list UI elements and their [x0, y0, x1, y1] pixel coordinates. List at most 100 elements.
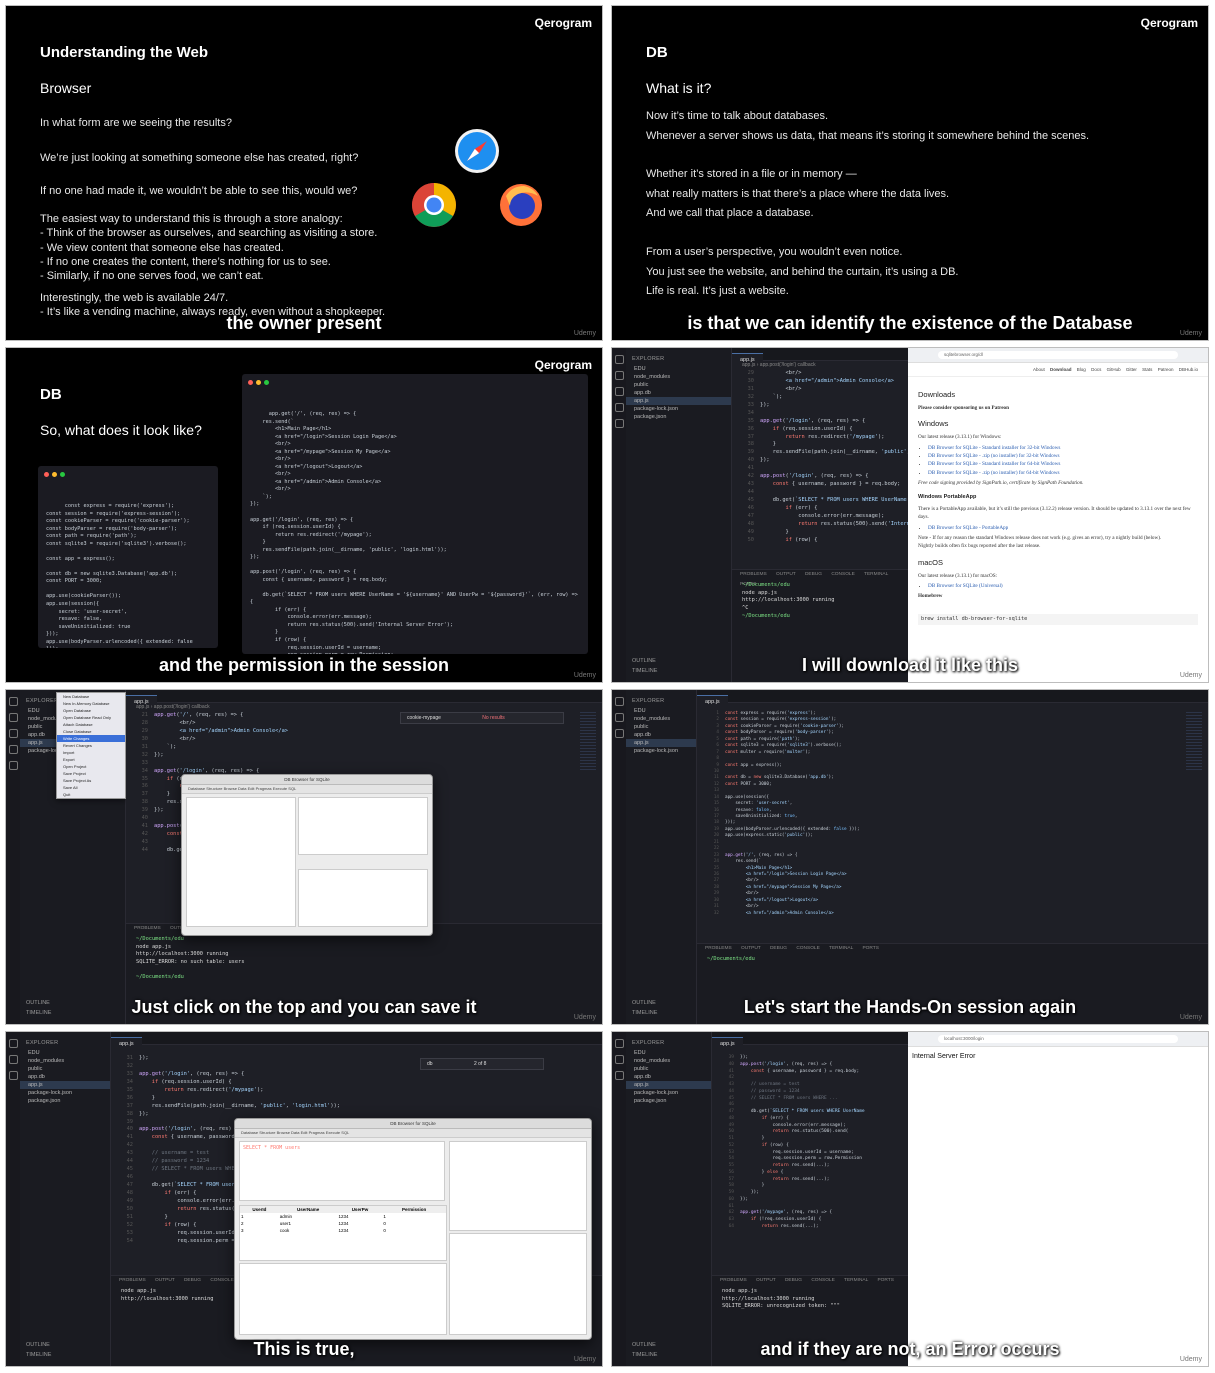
menu-item[interactable]: Open Database Read Only [57, 714, 125, 721]
file-app-db[interactable]: app.db [20, 1073, 110, 1081]
menu-item[interactable]: Save Project [57, 770, 125, 777]
menu-item[interactable]: New In-Memory Database [57, 700, 125, 707]
portable-link[interactable]: DB Browser for SQLite - PortableApp [928, 525, 1008, 531]
url-field[interactable]: sqlitebrowser.org/dl [938, 351, 1178, 359]
file-package-json[interactable]: package.json [626, 1097, 711, 1105]
source-control-icon[interactable] [614, 1071, 624, 1080]
minimap[interactable] [1186, 712, 1202, 772]
nav-item[interactable]: GitHub [1107, 367, 1121, 372]
file-node-modules[interactable]: node_modules [626, 373, 731, 381]
nav-item[interactable]: Patreon [1158, 367, 1174, 372]
panel-tabs[interactable]: PROBLEMS OUTPUT DEBUG CONSOLE TERMINAL P… [697, 944, 1208, 954]
frame-db-code-slide[interactable]: Qerogram DB So, what does it look like? … [5, 347, 603, 683]
extensions-icon[interactable] [614, 419, 624, 428]
frame-browser-slide[interactable]: Qerogram Understanding the Web Browser I… [5, 5, 603, 341]
file-app-js[interactable]: app.js [626, 397, 731, 405]
url-field[interactable]: localhost:3000/login [938, 1035, 1178, 1043]
frame-ide-save-db[interactable]: EXPLORER EDU node_modules public app.db … [5, 689, 603, 1025]
frame-ide-query[interactable]: EXPLORER EDU node_modules public app.db … [5, 1031, 603, 1367]
edit-cell-pane[interactable] [449, 1141, 587, 1231]
folder-edu[interactable]: EDU [626, 365, 731, 373]
search-icon[interactable] [614, 713, 624, 722]
download-link[interactable]: DB Browser for SQLite - .zip (no install… [928, 470, 1060, 476]
search-icon[interactable] [614, 1055, 624, 1064]
file-package-lock[interactable]: package-lock.json [626, 405, 731, 413]
menu-item[interactable]: Open Database [57, 707, 125, 714]
table-row[interactable]: 1 admin 1234 1 [240, 1213, 446, 1220]
extensions-icon[interactable] [8, 761, 18, 770]
cell[interactable]: 0 [382, 1227, 446, 1234]
file-app-db[interactable]: app.db [626, 389, 731, 397]
mac-download-link[interactable]: DB Browser for SQLite (Universal) [928, 583, 1003, 589]
schema-pane[interactable] [186, 797, 296, 927]
files-icon[interactable] [8, 697, 18, 706]
file-node-modules[interactable]: node_modules [626, 715, 696, 723]
code-editor[interactable]: 29 <br/> 30 <a href="/admin">Admin Conso… [732, 370, 910, 545]
menu-item[interactable]: Open Project [57, 763, 125, 770]
terminal-output[interactable]: ~/Documents/edu [697, 954, 1208, 966]
menu-item[interactable]: Save Project As [57, 777, 125, 784]
file-app-db[interactable]: app.db [626, 731, 696, 739]
menu-item[interactable]: Quit [57, 791, 125, 798]
debug-icon[interactable] [614, 403, 624, 412]
search-input[interactable]: cookie-mypage [407, 715, 441, 721]
file-public[interactable]: public [626, 723, 696, 731]
cell[interactable]: admin [279, 1213, 338, 1220]
cell[interactable]: 1234 [338, 1213, 383, 1220]
source-control-icon[interactable] [8, 1071, 18, 1080]
search-icon[interactable] [8, 1055, 18, 1064]
menu-item[interactable]: New Database [57, 693, 125, 700]
source-control-icon[interactable] [614, 387, 624, 396]
cell[interactable]: 0 [382, 1220, 446, 1227]
code-editor[interactable]: 39}); 40 app.post('/login', (req, res) =>… [712, 1045, 910, 1231]
col-header[interactable]: UserPw [338, 1206, 383, 1213]
file-public[interactable]: public [626, 1065, 711, 1073]
file-package-lock[interactable]: package-lock.json [626, 1089, 711, 1097]
results-grid[interactable]: UserId UserName UserPw Permission 1 admi… [239, 1205, 447, 1261]
terminal-output[interactable]: ~/Documents/edu node app.js http://local… [126, 934, 602, 984]
debug-icon[interactable] [8, 745, 18, 754]
cell[interactable]: 1234 [338, 1227, 383, 1234]
file-app-js[interactable]: app.js [626, 1081, 711, 1089]
sql-editor[interactable]: SELECT * FROM users [239, 1141, 445, 1201]
file-app-js[interactable]: app.js [20, 1081, 110, 1089]
nav-item[interactable]: DBHub.io [1179, 367, 1198, 372]
files-icon[interactable] [614, 355, 624, 364]
folder-edu[interactable]: EDU [20, 1049, 110, 1057]
menu-item[interactable]: Export [57, 756, 125, 763]
files-icon[interactable] [614, 1039, 624, 1048]
tab-app-js[interactable]: app.js [712, 1037, 743, 1050]
folder-edu[interactable]: EDU [626, 707, 696, 715]
nav-item[interactable]: Download [1050, 367, 1072, 372]
table-row[interactable]: 2 user1 1234 0 [240, 1220, 446, 1227]
nav-item[interactable]: Docs [1091, 367, 1101, 372]
search-input[interactable]: db [427, 1061, 433, 1067]
message-pane[interactable] [239, 1263, 447, 1335]
panel-tabs[interactable]: PROBLEMS OUTPUT DEBUG CONSOLE TERMINAL P… [712, 1276, 910, 1286]
col-header[interactable]: UserId [240, 1206, 279, 1213]
cell[interactable]: 3 [240, 1227, 279, 1234]
frame-ide-handson[interactable]: EXPLORER EDU node_modules public app.db … [611, 689, 1209, 1025]
col-header[interactable]: Permission [382, 1206, 446, 1213]
source-control-icon[interactable] [614, 729, 624, 738]
cell[interactable]: 1234 [338, 1220, 383, 1227]
col-header[interactable]: UserName [279, 1206, 338, 1213]
file-node-modules[interactable]: node_modules [20, 1057, 110, 1065]
tab-app-js[interactable]: app.js [111, 1037, 142, 1050]
cell[interactable]: user1 [279, 1220, 338, 1227]
file-package-lock[interactable]: package-lock.json [20, 1089, 110, 1097]
file-package-json[interactable]: package.json [20, 1097, 110, 1105]
nav-item[interactable]: Blog [1077, 367, 1086, 372]
menu-item-write-changes[interactable]: Write Changes [57, 735, 125, 742]
menu-item[interactable]: Save All [57, 784, 125, 791]
edit-cell-pane[interactable] [298, 797, 428, 855]
dialog-tabs[interactable]: Database Structure Browse Data Edit Prag… [182, 785, 432, 794]
nav-item[interactable]: Stats [1142, 367, 1152, 372]
terminal-output[interactable]: ~/Documents/edu node app.js http://local… [732, 580, 910, 622]
menu-item[interactable]: Attach Database [57, 721, 125, 728]
file-app-db[interactable]: app.db [626, 1073, 711, 1081]
file-public[interactable]: public [626, 381, 731, 389]
files-icon[interactable] [614, 697, 624, 706]
download-link[interactable]: DB Browser for SQLite - Standard install… [928, 461, 1060, 467]
menu-item[interactable]: Import [57, 749, 125, 756]
